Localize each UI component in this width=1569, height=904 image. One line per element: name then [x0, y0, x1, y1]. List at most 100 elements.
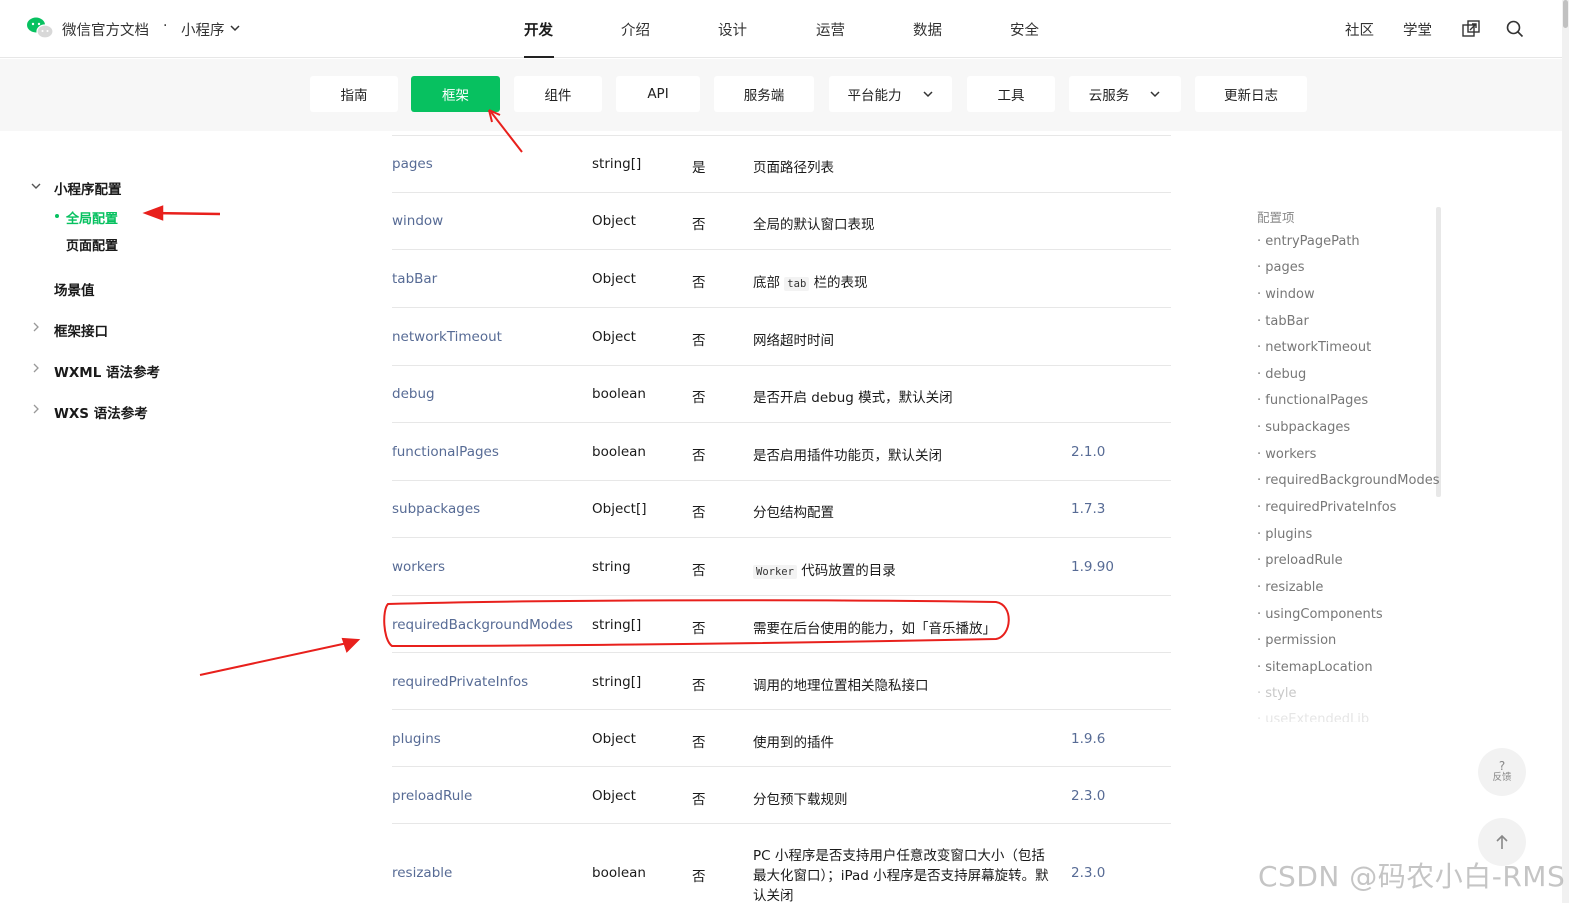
table-cell-desc: 全局的默认窗口表现 [753, 217, 875, 233]
table-cell-prop[interactable]: requiredBackgroundModes [392, 617, 573, 633]
toc-item[interactable]: · debug [1257, 367, 1306, 382]
table-cell-prop[interactable]: debug [392, 386, 435, 402]
toc-item[interactable]: · requiredPrivateInfos [1257, 500, 1396, 515]
sidebar-item-page-config[interactable]: 页面配置 [66, 235, 118, 254]
table-cell-required: 否 [692, 448, 706, 464]
tab-label: 指南 [340, 88, 368, 104]
tab-api[interactable]: API [616, 76, 700, 112]
chevron-right-icon[interactable] [30, 403, 42, 415]
tab-label: 工具 [997, 88, 1025, 104]
toc-label: plugins [1265, 527, 1313, 542]
tab-components[interactable]: 组件 [514, 76, 602, 112]
table-cell-desc: 网络超时时间 [753, 333, 834, 349]
table-cell-required: 否 [692, 869, 706, 885]
table-cell-version[interactable]: 1.9.90 [1071, 559, 1114, 575]
sidebar-item-framework-api[interactable]: 框架接口 [54, 320, 108, 340]
chevron-down-icon [1150, 91, 1160, 98]
toc-item[interactable]: · entryPagePath [1257, 234, 1360, 249]
page-scrollbar-track[interactable] [1562, 0, 1569, 903]
sidebar-item-wxml[interactable]: WXML 语法参考 [54, 361, 160, 381]
external-link-icon[interactable] [1461, 19, 1481, 39]
nav-operations[interactable]: 运营 [816, 19, 845, 40]
table-cell-prop[interactable]: preloadRule [392, 788, 472, 804]
table-cell-version[interactable]: 2.3.0 [1071, 865, 1105, 881]
page-scrollbar-thumb[interactable] [1563, 0, 1568, 28]
chevron-down-icon[interactable] [30, 180, 42, 192]
tab-platform[interactable]: 平台能力 [829, 76, 952, 112]
table-cell-required: 否 [692, 735, 706, 751]
nav-design[interactable]: 设计 [718, 19, 747, 40]
table-cell-prop[interactable]: subpackages [392, 501, 480, 517]
nav-dev[interactable]: 开发 [524, 19, 553, 40]
table-cell-desc: 页面路径列表 [753, 160, 834, 176]
toc-item[interactable]: · networkTimeout [1257, 340, 1371, 355]
brand-separator: · [163, 18, 168, 34]
toc-item[interactable]: · useExtendedLib [1257, 712, 1369, 722]
table-cell-prop[interactable]: window [392, 213, 443, 229]
search-icon[interactable] [1505, 19, 1525, 39]
product-selector[interactable]: 小程序 [181, 19, 225, 40]
sidebar-item-app-config[interactable]: 小程序配置 [54, 178, 122, 198]
table-cell-prop[interactable]: requiredPrivateInfos [392, 674, 528, 690]
tab-tools[interactable]: 工具 [967, 76, 1055, 112]
toc-item[interactable]: · preloadRule [1257, 553, 1343, 568]
table-cell-version[interactable]: 1.9.6 [1071, 731, 1105, 747]
toc-item[interactable]: · permission [1257, 633, 1336, 648]
tab-cloud[interactable]: 云服务 [1069, 76, 1181, 112]
row-divider [392, 249, 1171, 250]
sidebar-item-scene[interactable]: 场景值 [54, 279, 95, 299]
chevron-down-icon[interactable] [229, 22, 241, 34]
row-divider [392, 595, 1171, 596]
table-cell-prop[interactable]: workers [392, 559, 445, 575]
nav-security[interactable]: 安全 [1010, 19, 1039, 40]
sidebar-item-global-config[interactable]: 全局配置 [66, 208, 118, 227]
table-cell-prop[interactable]: functionalPages [392, 444, 499, 460]
toc-item[interactable]: · functionalPages [1257, 393, 1368, 408]
table-cell-required: 是 [692, 160, 706, 176]
tab-framework[interactable]: 框架 [411, 76, 500, 112]
table-cell-version[interactable]: 1.7.3 [1071, 501, 1105, 517]
row-divider [392, 135, 1171, 136]
toc-item[interactable]: · usingComponents [1257, 607, 1383, 622]
tab-guide[interactable]: 指南 [310, 76, 398, 112]
table-cell-prop[interactable]: plugins [392, 731, 441, 747]
table-cell-prop[interactable]: pages [392, 156, 433, 172]
table-cell-version[interactable]: 2.1.0 [1071, 444, 1105, 460]
feedback-button[interactable]: ? 反馈 [1478, 748, 1526, 796]
table-cell-required: 否 [692, 505, 706, 521]
wechat-logo-icon[interactable] [26, 16, 54, 40]
row-divider [392, 766, 1171, 767]
toc-item[interactable]: · pages [1257, 260, 1305, 275]
table-cell-prop[interactable]: tabBar [392, 271, 437, 287]
toc-item[interactable]: · window [1257, 287, 1315, 302]
toc-item[interactable]: · plugins [1257, 527, 1312, 542]
toc-item[interactable]: · requiredBackgroundModes [1257, 473, 1439, 488]
toc-item[interactable]: · style [1257, 686, 1296, 701]
table-cell-desc: 需要在后台使用的能力，如「音乐播放」 [753, 621, 996, 637]
toc-item[interactable]: · workers [1257, 447, 1316, 462]
table-cell-desc-line: PC 小程序是否支持用户任意改变窗口大小（包括 [753, 848, 1045, 864]
brand-title[interactable]: 微信官方文档 [62, 19, 149, 40]
tab-server[interactable]: 服务端 [714, 76, 814, 112]
table-cell-required: 否 [692, 563, 706, 579]
feedback-label: 反馈 [1492, 772, 1512, 783]
nav-intro[interactable]: 介绍 [621, 19, 650, 40]
tab-label: 云服务 [1088, 88, 1130, 104]
toc-item[interactable]: · resizable [1257, 580, 1323, 595]
sidebar-item-wxs[interactable]: WXS 语法参考 [54, 402, 148, 422]
nav-data[interactable]: 数据 [913, 19, 942, 40]
row-divider [392, 192, 1171, 193]
toc-item[interactable]: · tabBar [1257, 314, 1309, 329]
toc-item[interactable]: · sitemapLocation [1257, 660, 1373, 675]
tab-changelog[interactable]: 更新日志 [1195, 76, 1307, 112]
nav-academy[interactable]: 学堂 [1403, 19, 1432, 40]
table-cell-prop[interactable]: resizable [392, 865, 452, 881]
table-cell-version[interactable]: 2.3.0 [1071, 788, 1105, 804]
table-cell-prop[interactable]: networkTimeout [392, 329, 502, 345]
chevron-right-icon[interactable] [30, 321, 42, 333]
chevron-right-icon[interactable] [30, 362, 42, 374]
toc-scrollbar[interactable] [1436, 207, 1441, 497]
table-cell-type: Object[] [592, 501, 647, 517]
toc-item[interactable]: · subpackages [1257, 420, 1350, 435]
nav-community[interactable]: 社区 [1345, 19, 1374, 40]
